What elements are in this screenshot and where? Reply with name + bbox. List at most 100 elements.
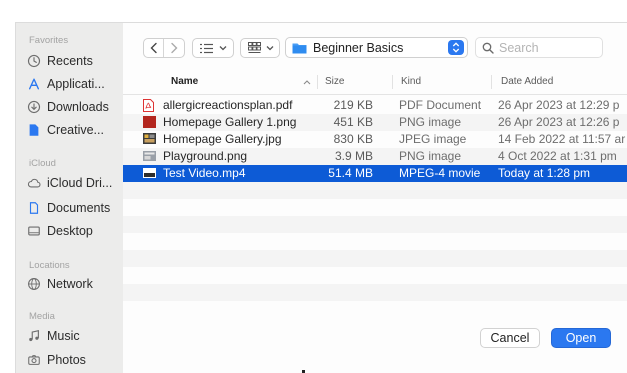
table-row-selected[interactable]: Test Video.mp4 51.4 MB MPEG-4 movie Toda… — [123, 165, 627, 182]
sidebar: Favorites Recents Applicati... Downloads… — [16, 23, 123, 373]
list-icon — [200, 43, 213, 53]
table-row[interactable]: Homepage Gallery 1.png 451 KB PNG image … — [123, 114, 627, 131]
file-date: 14 Feb 2022 at 11:57 ar — [498, 132, 626, 146]
column-divider[interactable] — [491, 75, 492, 89]
image-file-icon — [143, 116, 156, 129]
sidebar-item-label: iCloud Dri... — [47, 176, 113, 190]
chevron-right-icon — [171, 42, 178, 54]
sidebar-heading-locations: Locations — [29, 260, 70, 271]
file-kind: PDF Document — [399, 98, 482, 112]
sidebar-heading-icloud: iCloud — [29, 158, 56, 169]
sidebar-heading-favorites: Favorites — [29, 35, 69, 46]
grid-view-button[interactable] — [240, 38, 280, 58]
image-file-icon — [143, 150, 156, 163]
music-note-icon — [26, 328, 42, 344]
toolbar: Beginner Basics — [123, 23, 627, 69]
back-button[interactable] — [144, 39, 164, 57]
chevron-left-icon — [150, 42, 157, 54]
sidebar-item-desktop[interactable]: Desktop — [26, 221, 122, 241]
location-popup[interactable]: Beginner Basics — [285, 37, 468, 58]
column-divider[interactable] — [392, 75, 393, 89]
location-label: Beginner Basics — [313, 40, 404, 55]
clock-icon — [26, 53, 42, 69]
file-name: Homepage Gallery.jpg — [163, 132, 282, 146]
column-date-added[interactable]: Date Added — [501, 76, 553, 87]
file-kind: PNG image — [399, 149, 462, 163]
empty-row — [123, 284, 627, 301]
globe-icon — [26, 276, 42, 292]
pdf-file-icon — [143, 99, 156, 112]
file-kind: MPEG-4 movie — [399, 166, 481, 180]
file-kind: PNG image — [399, 115, 462, 129]
file-date: 4 Oct 2022 at 1:31 pm — [498, 149, 617, 163]
chevron-down-icon — [219, 46, 227, 51]
download-icon — [26, 99, 42, 115]
chevron-down-icon — [266, 46, 274, 51]
navigation-buttons — [143, 38, 185, 58]
file-date: 26 Apr 2023 at 12:29 p — [498, 98, 620, 112]
empty-row — [123, 250, 627, 267]
file-size: 219 KB — [333, 98, 373, 112]
forward-button[interactable] — [164, 39, 184, 57]
column-divider[interactable] — [317, 75, 318, 89]
file-name: allergicreactionsplan.pdf — [163, 98, 293, 112]
folder-icon — [292, 43, 307, 53]
sidebar-item-label: Desktop — [47, 224, 93, 238]
sidebar-item-photos[interactable]: Photos — [26, 350, 122, 370]
sidebar-item-label: Downloads — [47, 100, 109, 114]
file-size: 3.9 MB — [334, 149, 373, 163]
sidebar-item-applications[interactable]: Applicati... — [26, 74, 122, 94]
table-row[interactable]: allergicreactionsplan.pdf 219 KB PDF Doc… — [123, 97, 627, 114]
file-date: 26 Apr 2023 at 12:26 p — [498, 115, 620, 129]
dialog-footer: Cancel Open — [123, 313, 627, 373]
video-file-icon — [143, 167, 156, 180]
file-name: Test Video.mp4 — [163, 166, 246, 180]
file-size: 451 KB — [333, 115, 373, 129]
sidebar-item-creative[interactable]: Creative... — [26, 120, 122, 140]
sidebar-item-music[interactable]: Music — [26, 326, 122, 346]
cloud-icon — [26, 175, 42, 191]
sidebar-item-label: Creative... — [47, 123, 104, 137]
column-header: Name Size Kind Date Added — [123, 69, 627, 95]
sidebar-item-label: Music — [47, 329, 80, 343]
sidebar-heading-media: Media — [29, 311, 55, 322]
file-size: 51.4 MB — [328, 166, 373, 180]
sidebar-item-recents[interactable]: Recents — [26, 51, 122, 71]
sidebar-item-label: Applicati... — [47, 77, 105, 91]
sidebar-item-documents[interactable]: Documents — [26, 198, 122, 218]
file-name: Homepage Gallery 1.png — [163, 115, 297, 129]
applications-icon — [26, 76, 42, 92]
cancel-button[interactable]: Cancel — [480, 328, 540, 348]
file-list: Name Size Kind Date Added allergicreacti… — [123, 69, 627, 301]
file-date: Today at 1:28 pm — [498, 166, 591, 180]
sidebar-item-label: Documents — [47, 201, 111, 215]
list-view-button[interactable] — [192, 38, 234, 58]
column-kind[interactable]: Kind — [401, 76, 421, 87]
column-name[interactable]: Name — [171, 76, 198, 87]
sidebar-item-icloud-drive[interactable]: iCloud Dri... — [26, 173, 122, 193]
up-down-arrows-icon — [448, 40, 464, 55]
empty-row — [123, 182, 627, 199]
search-icon — [482, 42, 494, 54]
sidebar-item-network[interactable]: Network — [26, 274, 122, 294]
open-file-dialog: Favorites Recents Applicati... Downloads… — [15, 22, 627, 373]
empty-row — [123, 216, 627, 233]
search-input[interactable] — [499, 40, 599, 55]
table-row[interactable]: Playground.png 3.9 MB PNG image 4 Oct 20… — [123, 148, 627, 165]
sidebar-item-label: Photos — [47, 353, 86, 367]
column-size[interactable]: Size — [325, 76, 344, 87]
camera-icon — [26, 352, 42, 368]
sidebar-item-label: Recents — [47, 54, 93, 68]
file-size: 830 KB — [333, 132, 373, 146]
sidebar-item-label: Network — [47, 277, 93, 291]
file-kind: JPEG image — [399, 132, 467, 146]
folder-icon — [26, 122, 42, 138]
chevron-up-icon — [303, 80, 311, 85]
table-row[interactable]: Homepage Gallery.jpg 830 KB JPEG image 1… — [123, 131, 627, 148]
open-button[interactable]: Open — [551, 328, 611, 348]
grid-icon — [248, 42, 261, 53]
desktop-icon — [26, 223, 42, 239]
search-field[interactable] — [475, 37, 603, 58]
sidebar-item-downloads[interactable]: Downloads — [26, 97, 122, 117]
document-icon — [26, 200, 42, 216]
